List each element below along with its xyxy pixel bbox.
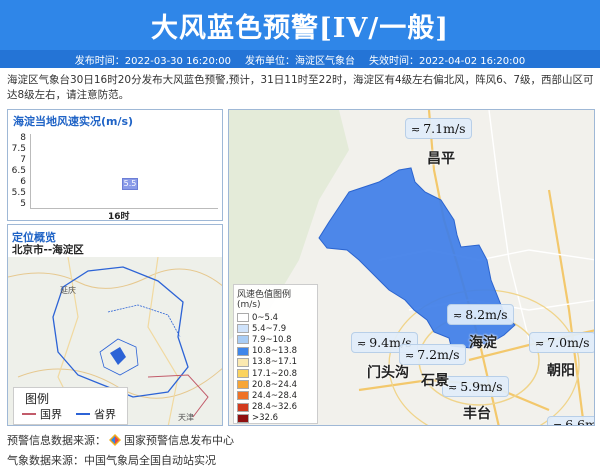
y-tick: 5.5 [11,188,26,198]
color-legend-row: 10.8~13.8 [234,346,317,357]
y-tick: 7.5 [11,144,26,154]
wind-icon: ≂ [535,337,545,350]
color-legend-row: 28.4~32.6 [234,402,317,413]
province-border-swatch [76,413,90,415]
y-axis-line [30,134,31,208]
map-legend: 图例 国界 省界 [13,387,128,425]
warning-logo-icon [109,434,121,446]
header-bar: 大风蓝色预警[IV/一般] [0,0,600,50]
legend-item-national-border: 国界 [22,406,62,422]
y-axis: 8 7.5 7 6.5 6 5.5 5 [8,133,30,209]
y-tick: 5 [20,199,26,209]
y-tick: 7 [20,155,26,165]
location-panel: 定位概览 北京市--海淀区 延庆 天津 图例 国界 省界 [7,224,223,426]
meta-bar: 发布时间：2022-03-30 16:20:00 发布单位：海淀区气象台 失效时… [0,50,600,68]
wind-icon: ≂ [448,381,458,394]
y-tick: 8 [20,133,26,143]
place-changping: 昌平 [427,151,455,167]
warning-description: 海淀区气象台30日16时20分发布大风蓝色预警,预计，31日11时至22时，海淀… [7,74,594,101]
wind-speed-panel: 海淀当地风速实况(m/s) 8 7.5 7 6.5 6 5.5 5 5.5 16… [7,109,223,221]
place-shijingshan: 石景 [421,373,449,389]
expire-time: 失效时间：2022-04-02 16:20:00 [369,55,526,67]
y-tick: 6.5 [11,166,26,176]
legend-title: 图例 [25,392,50,406]
color-legend-title: 风速色值图例 (m/s) [237,290,292,310]
wind-icon: ≂ [357,337,367,350]
map-place: 天津 [178,412,194,422]
wind-label-changping[interactable]: ≂ 7.1m/s [405,118,472,139]
wind-icon: ≂ [405,349,415,362]
wind-icon: ≂ [411,123,421,136]
color-legend-row: >32.6 [234,413,317,424]
color-legend-row: 24.4~28.4 [234,390,317,401]
warning-source-line: 预警信息数据来源： 国家预警信息发布中心 [7,432,234,448]
color-legend-row: 20.8~24.4 [234,379,317,390]
wind-panel-title: 海淀当地风速实况(m/s) [13,115,134,128]
legend-item-province-border: 省界 [76,406,116,422]
color-legend-row: 13.8~17.1 [234,357,317,368]
wind-icon: ≂ [553,419,563,426]
map-place: 延庆 [60,285,76,295]
y-tick: 6 [20,177,26,187]
wind-icon: ≂ [453,309,463,322]
wind-value-marker[interactable]: 5.5 [122,178,138,190]
page-title: 大风蓝色预警[IV/一般] [151,12,449,44]
place-fengtai: 丰台 [463,406,491,422]
wind-label-partial[interactable]: ≂ 6.6m [547,416,594,426]
wind-label-haidian[interactable]: ≂ 8.2m/s [447,304,514,325]
color-legend-row: 5.4~7.9 [234,323,317,334]
wind-color-legend: 风速色值图例 (m/s) 0~5.4 5.4~7.9 7.9~10.8 10.8… [233,284,318,424]
color-legend-row: 7.9~10.8 [234,334,317,345]
location-subtitle: 北京市--海淀区 [12,244,84,256]
publisher: 发布单位：海淀区气象台 [245,55,355,67]
color-legend-row: 0~5.4 [234,312,317,323]
main-wind-map[interactable]: ≂ 7.1m/s ≂ 8.2m/s ≂ 9.4m/s ≂ 7.2m/s ≂ 7.0m/s … [228,109,595,426]
place-haidian: 海淀 [469,335,497,351]
color-legend-row: 17.1~20.8 [234,368,317,379]
warning-source-link[interactable]: 国家预警信息发布中心 [124,432,234,448]
place-chaoyang: 朝阳 [547,363,575,379]
x-tick: 16时 [108,212,130,221]
publish-time: 发布时间：2022-03-30 16:20:00 [74,55,231,67]
place-mentougou: 门头沟 [367,365,409,381]
national-border-swatch [22,413,36,415]
weather-source-line: 气象数据来源：中国气象局全国自动站实况 [7,454,216,467]
wind-label-chaoyang[interactable]: ≂ 7.0m/s [529,332,594,353]
wind-label-fengtai[interactable]: ≂ 5.9m/s [442,376,509,397]
